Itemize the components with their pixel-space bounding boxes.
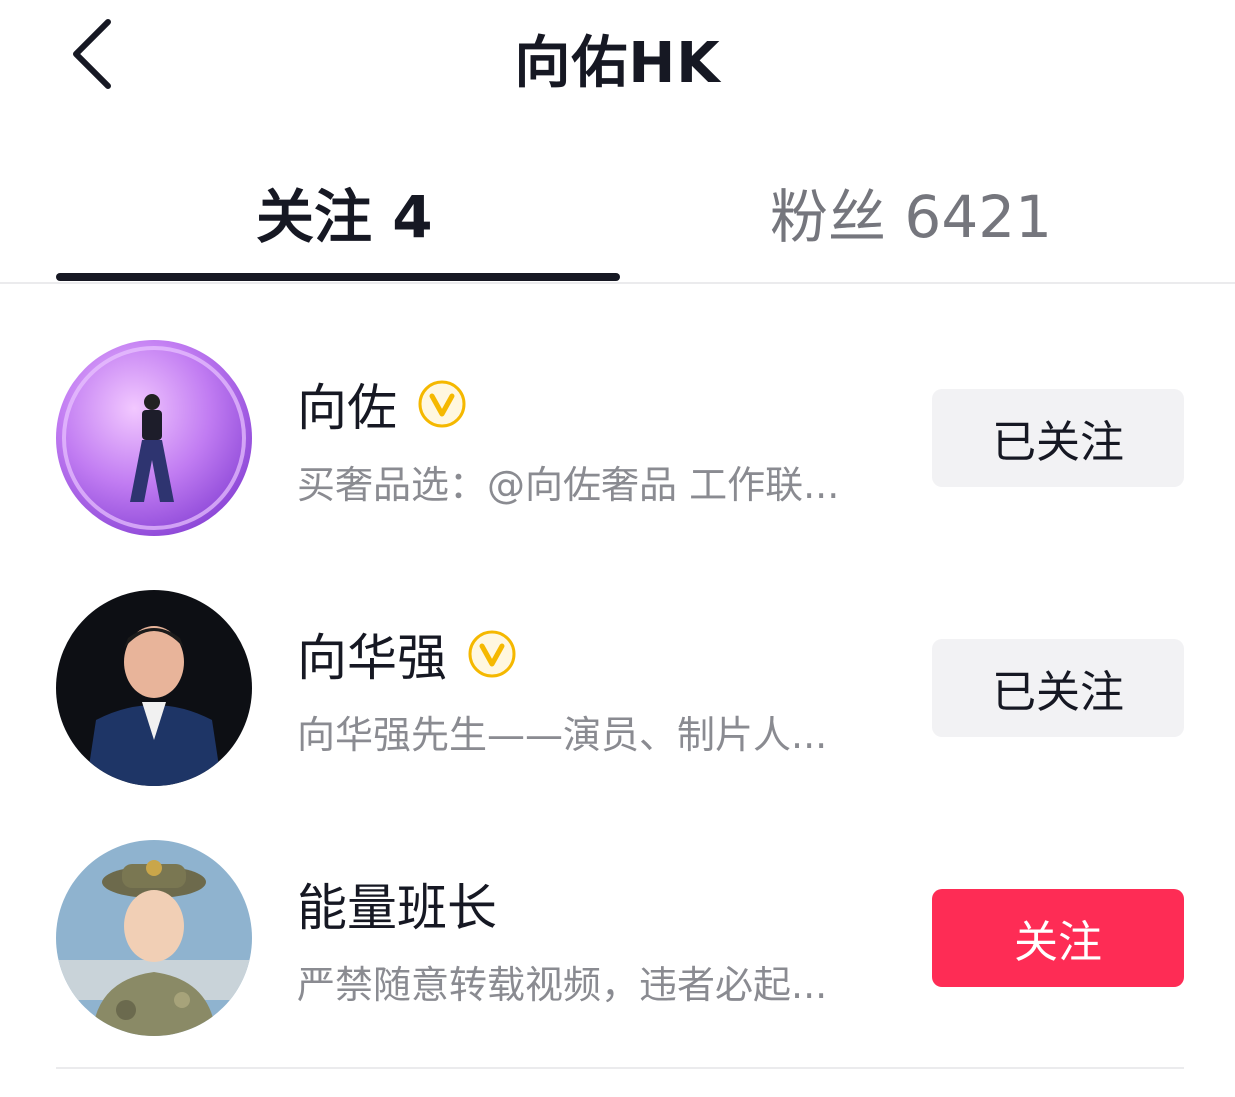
user-description: 严禁随意转载视频，违者必起... <box>297 963 828 1007</box>
followed-button[interactable]: 已关注 <box>932 389 1184 487</box>
verified-badge-icon <box>468 630 516 678</box>
user-name: 能量班长 <box>297 879 497 937</box>
tab-followers[interactable]: 粉丝 6421 <box>770 170 1052 254</box>
user-description: 买奢品选：@向佐奢品 工作联... <box>297 463 840 507</box>
active-tab-indicator <box>56 273 620 281</box>
user-name: 向华强 <box>297 629 447 687</box>
user-name-line: 向佐 <box>297 374 467 437</box>
list-item[interactable]: 向华强 向华强先生——演员、制片人... 已关注 <box>0 534 1235 786</box>
tab-bar: 关注 4 粉丝 6421 <box>0 150 1235 283</box>
list-item[interactable]: 能量班长 严禁随意转载视频，违者必起... 关注 <box>0 784 1235 1036</box>
list-divider <box>56 1067 1184 1069</box>
user-name: 向佐 <box>297 379 397 437</box>
user-description: 向华强先生——演员、制片人... <box>297 713 828 757</box>
avatar[interactable] <box>56 340 252 536</box>
followed-button[interactable]: 已关注 <box>932 639 1184 737</box>
avatar-image <box>56 340 252 536</box>
user-name-line: 向华强 <box>297 624 517 687</box>
top-bar: 向佑HK <box>0 0 1235 115</box>
avatar-image <box>56 590 252 786</box>
user-name-line: 能量班长 <box>297 874 497 937</box>
page-title: 向佑HK <box>514 31 721 96</box>
avatar-image <box>56 840 252 1036</box>
avatar[interactable] <box>56 840 252 1036</box>
verified-badge-icon <box>418 380 466 428</box>
avatar[interactable] <box>56 590 252 786</box>
tab-following[interactable]: 关注 4 <box>256 170 433 254</box>
follow-button[interactable]: 关注 <box>932 889 1184 987</box>
list-item[interactable]: 向佐 买奢品选：@向佐奢品 工作联... 已关注 <box>0 284 1235 536</box>
